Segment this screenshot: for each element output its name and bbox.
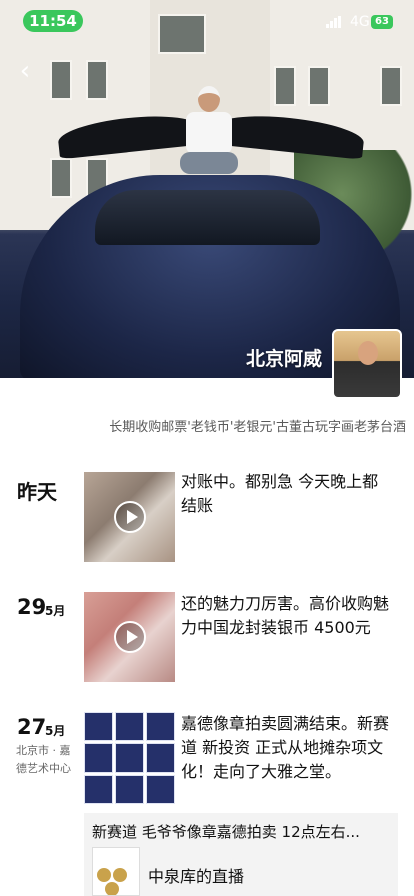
post-text: 还的魅力刀厉害。高价收购魅力中国龙封装银币 4500元 (181, 594, 390, 637)
photo[interactable] (84, 774, 113, 804)
share-subtitle: 中泉库的直播 (148, 867, 245, 886)
post-date: 昨天 (17, 480, 57, 504)
post-text: 嘉德像章拍卖圆满结束。新赛道 新投资 正式从地摊杂项文化！走向了大雅之堂。 (181, 714, 390, 781)
status-time: 11:54 (23, 10, 83, 32)
play-icon[interactable] (114, 621, 146, 653)
cover-photo (0, 0, 414, 378)
network-type: 4G (350, 14, 370, 30)
signal-icon (326, 16, 342, 28)
back-icon[interactable]: ‹ (10, 56, 40, 86)
post-date-day: 29 (17, 595, 47, 619)
status-bar: 11:54 4G 63 (0, 0, 414, 40)
share-title: 新赛道 毛爷爷像章嘉德拍卖 12点左右... (92, 823, 360, 841)
avatar[interactable] (332, 329, 402, 399)
post-date-month: 5月 (45, 604, 66, 618)
image-grid[interactable] (84, 712, 175, 804)
profile-signature: 长期收购邮票'老钱币'老银元'古董古玩字画老茅台酒 (109, 420, 406, 435)
battery-icon: 63 (371, 15, 393, 29)
photo[interactable] (84, 743, 113, 773)
video-thumbnail[interactable] (84, 592, 175, 682)
play-icon[interactable] (114, 501, 146, 533)
photo[interactable] (146, 712, 175, 742)
post-date-day: 27 (17, 715, 47, 739)
person (180, 86, 238, 186)
photo[interactable] (146, 774, 175, 804)
post-text: 对账中。都别急 今天晚上都结账 (181, 472, 379, 515)
post-location[interactable]: 北京市 · 嘉德艺术中心 (16, 742, 78, 778)
photo[interactable] (115, 712, 144, 742)
post-date-month: 5月 (45, 724, 66, 738)
video-thumbnail[interactable] (84, 472, 175, 562)
photo[interactable] (115, 743, 144, 773)
photo[interactable] (115, 774, 144, 804)
profile-name: 北京阿威 (245, 348, 322, 370)
photo[interactable] (84, 712, 113, 742)
share-thumbnail (92, 847, 140, 896)
shared-link-card[interactable]: 新赛道 毛爷爷像章嘉德拍卖 12点左右... 中泉库的直播 (84, 813, 398, 896)
photo[interactable] (146, 743, 175, 773)
